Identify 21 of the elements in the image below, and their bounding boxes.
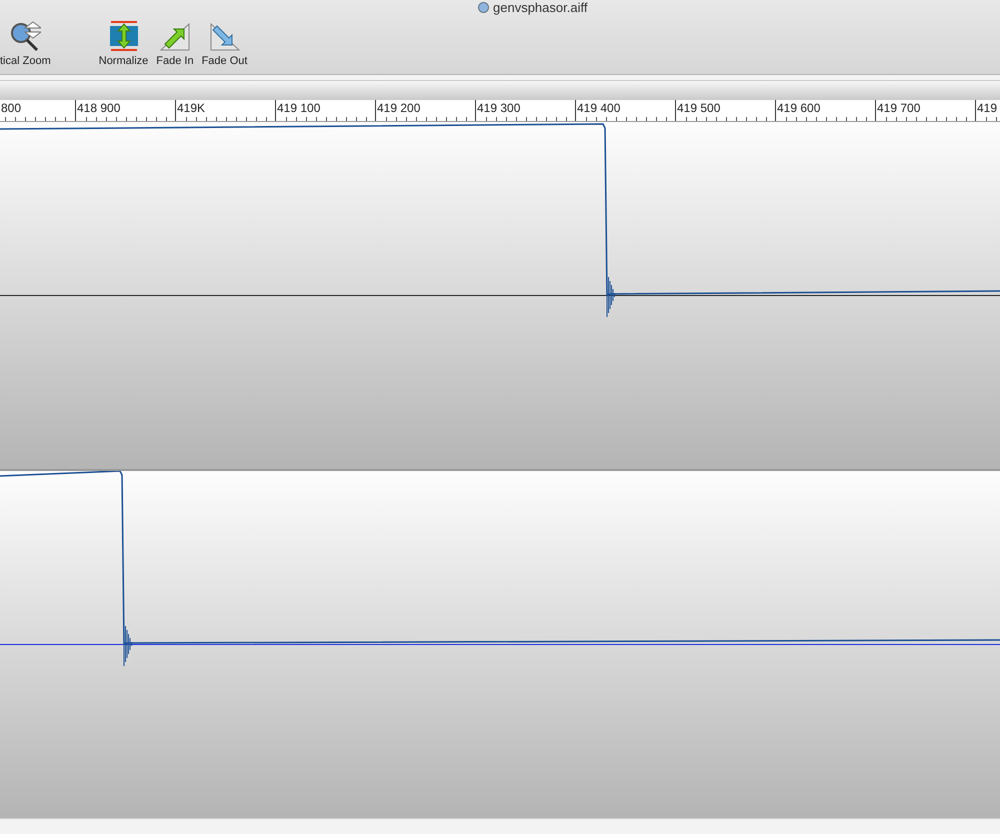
ruler-label: 419	[977, 101, 998, 115]
toolbar-button[interactable]: Normalize	[94, 20, 152, 67]
window-title: genvsphasor.aiff	[493, 0, 588, 15]
ruler-label: 419 400	[577, 101, 620, 115]
ruler-label: 419 500	[677, 101, 720, 115]
ruler-label: 419 100	[277, 101, 320, 115]
ruler-label: 419K	[177, 101, 206, 115]
magnifier-icon	[9, 20, 42, 52]
toolbar-button[interactable]: tical Zoom	[0, 20, 55, 67]
ruler-label: 800	[1, 101, 22, 115]
ruler-label: 419 600	[777, 101, 820, 115]
ruler-label: 419 700	[877, 101, 920, 115]
fade-in-icon	[158, 20, 191, 52]
ruler-label: 419 300	[477, 101, 520, 115]
file-icon	[478, 2, 489, 13]
normalize-icon	[108, 20, 140, 52]
ruler-label: 418 900	[77, 101, 120, 115]
toolbar-button[interactable]: Fade In	[152, 20, 198, 67]
ruler-label: 419 200	[377, 101, 420, 115]
toolbar-button[interactable]: Fade Out	[198, 20, 252, 67]
fade-out-icon	[208, 20, 240, 52]
